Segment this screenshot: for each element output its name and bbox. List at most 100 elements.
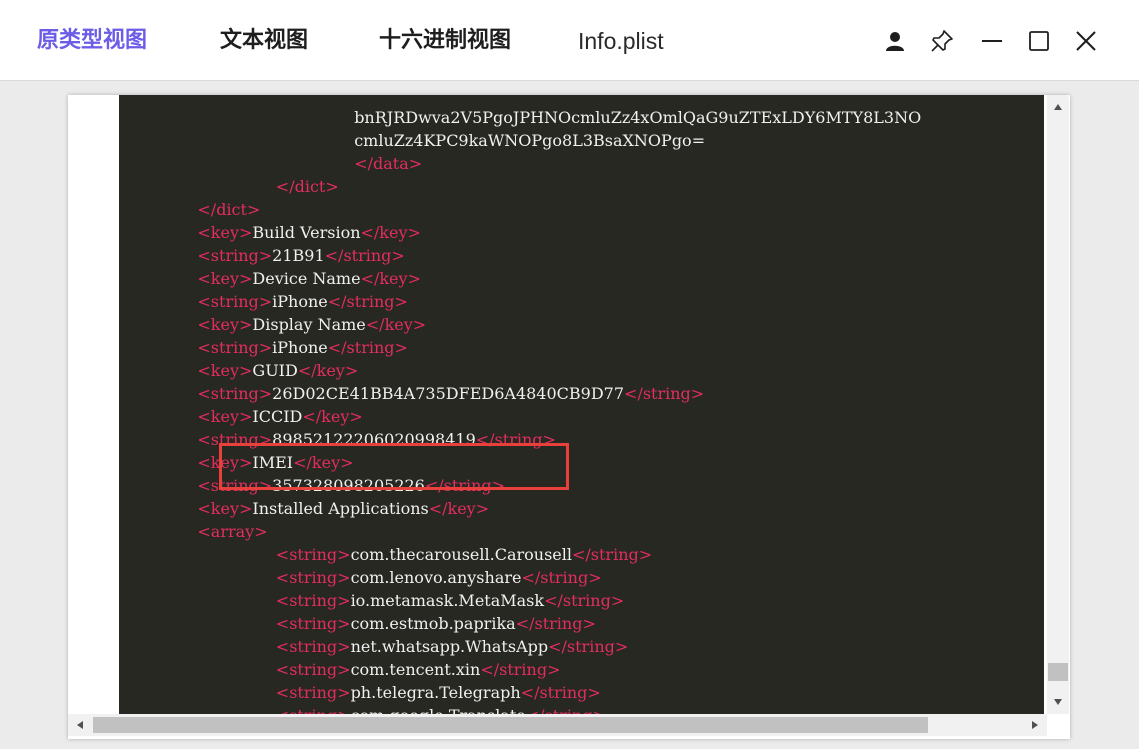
code-line: </dict>	[119, 198, 921, 221]
tab-hex-view[interactable]: 十六进制视图	[379, 26, 511, 56]
code-line: <string>io.metamask.MetaMask</string>	[119, 589, 921, 612]
minimize-icon[interactable]	[979, 28, 1005, 54]
xml-tag: <string>	[197, 384, 273, 403]
xml-value: bnRJRDwva2V5PgoJPHNOcmluZz4xOmlQaG9uZTEx…	[354, 108, 922, 127]
xml-value: ICCID	[252, 407, 303, 426]
xml-value: com.tencent.xin	[350, 660, 481, 679]
xml-tag: </string>	[324, 246, 405, 265]
code-line: <key>Build Version</key>	[119, 221, 921, 244]
xml-value: ph.telegra.Telegraph	[350, 683, 521, 702]
xml-tag: <string>	[197, 246, 273, 265]
xml-tag: <string>	[275, 614, 351, 633]
scroll-up-arrow-icon[interactable]	[1047, 97, 1069, 117]
xml-tag: </key>	[360, 223, 421, 242]
xml-tag: </key>	[297, 361, 359, 380]
xml-tag: <key>	[197, 361, 253, 380]
horizontal-scroll-thumb[interactable]	[93, 717, 928, 733]
xml-tag: </string>	[548, 637, 629, 656]
xml-tag: </string>	[571, 545, 653, 564]
xml-tag: </string>	[327, 338, 408, 357]
xml-tag: </key>	[365, 315, 427, 334]
code-line: <string>ph.telegra.Telegraph</string>	[119, 681, 921, 704]
xml-tag: <key>	[197, 407, 253, 426]
xml-tag: </key>	[428, 499, 490, 518]
xml-value: Installed Applications	[252, 499, 429, 518]
tab-text-view[interactable]: 文本视图	[220, 26, 308, 56]
code-line: <string>com.lenovo.anyshare</string>	[119, 566, 921, 589]
xml-tag: </string>	[520, 683, 601, 702]
xml-value: com.thecarousell.Carousell	[350, 545, 572, 564]
title-bar: 原类型视图 文本视图 十六进制视图 Info.plist	[0, 0, 1139, 81]
xml-value: iPhone	[272, 292, 328, 311]
xml-value: com.lenovo.anyshare	[350, 568, 522, 587]
xml-tag: <array>	[197, 522, 268, 541]
code-line: <string>com.google.Translate</string>	[119, 704, 921, 714]
code-line: <key>ICCID</key>	[119, 405, 921, 428]
xml-tag: </string>	[526, 706, 606, 714]
vertical-scrollbar[interactable]	[1047, 95, 1069, 714]
scroll-right-arrow-icon[interactable]	[1025, 714, 1045, 736]
xml-tag: </dict>	[197, 200, 261, 219]
user-icon[interactable]	[882, 28, 908, 54]
code-line: <string>21B91</string>	[119, 244, 921, 267]
xml-value: cmluZz4KPC9kaWNOPgo8L3BsaXNOPgo=	[354, 131, 706, 150]
xml-tag: </dict>	[275, 177, 339, 196]
xml-tag: <key>	[197, 223, 253, 242]
code-line: bnRJRDwva2V5PgoJPHNOcmluZz4xOmlQaG9uZTEx…	[119, 106, 921, 129]
maximize-icon[interactable]	[1026, 28, 1052, 54]
vertical-scroll-thumb[interactable]	[1048, 663, 1068, 681]
xml-tag: </string>	[480, 660, 561, 679]
scroll-down-arrow-icon[interactable]	[1047, 692, 1069, 712]
xml-value: com.estmob.paprika	[350, 614, 516, 633]
xml-tag: <key>	[197, 269, 253, 288]
scroll-left-arrow-icon[interactable]	[70, 714, 90, 736]
pin-icon[interactable]	[929, 28, 955, 54]
xml-tag: <string>	[275, 683, 351, 702]
xml-tag: <string>	[275, 660, 351, 679]
xml-value: Build Version	[252, 223, 361, 242]
xml-value: 26D02CE41BB4A735DFED6A4840CB9D77	[272, 384, 625, 403]
xml-tag: </string>	[515, 614, 596, 633]
xml-value: Display Name	[252, 315, 366, 334]
xml-value: net.whatsapp.WhatsApp	[350, 637, 549, 656]
xml-tag: </data>	[354, 154, 423, 173]
xml-tag: <key>	[197, 499, 253, 518]
xml-tag: <string>	[276, 706, 351, 714]
code-line: <key>Device Name</key>	[119, 267, 921, 290]
xml-value: Device Name	[252, 269, 361, 288]
code-line: <string>com.estmob.paprika</string>	[119, 612, 921, 635]
code-line: <string>com.thecarousell.Carousell</stri…	[119, 543, 921, 566]
xml-value: iPhone	[272, 338, 328, 357]
code-line: <key>Display Name</key>	[119, 313, 921, 336]
xml-value: 21B91	[272, 246, 325, 265]
code-line: <key>Installed Applications</key>	[119, 497, 921, 520]
xml-value: com.google.Translate	[351, 706, 526, 714]
xml-tag: </string>	[521, 568, 602, 587]
code-line: </dict>	[119, 175, 921, 198]
code-line: <key>GUID</key>	[119, 359, 921, 382]
xml-tag: </key>	[360, 269, 421, 288]
code-line: cmluZz4KPC9kaWNOPgo8L3BsaXNOPgo=	[119, 129, 921, 152]
tab-info-plist[interactable]: Info.plist	[578, 26, 664, 56]
plist-code-view[interactable]: bnRJRDwva2V5PgoJPHNOcmluZz4xOmlQaG9uZTEx…	[119, 95, 1044, 714]
close-icon[interactable]	[1073, 28, 1099, 54]
code-line: <string>iPhone</string>	[119, 290, 921, 313]
xml-tag: <string>	[275, 568, 351, 587]
imei-highlight-box	[219, 443, 569, 490]
code-line: <string>26D02CE41BB4A735DFED6A4840CB9D77…	[119, 382, 921, 405]
xml-tag: </string>	[327, 292, 408, 311]
code-line: <string>com.tencent.xin</string>	[119, 658, 921, 681]
xml-tag: <key>	[197, 315, 253, 334]
code-lines: bnRJRDwva2V5PgoJPHNOcmluZz4xOmlQaG9uZTEx…	[119, 95, 921, 714]
xml-tag: <string>	[197, 338, 273, 357]
xml-tag: <string>	[275, 545, 351, 564]
xml-tag: <string>	[275, 637, 351, 656]
code-line: </data>	[119, 152, 921, 175]
tab-raw-type-view[interactable]: 原类型视图	[37, 26, 147, 56]
xml-tag: </string>	[624, 384, 705, 403]
xml-tag: </string>	[544, 591, 625, 610]
horizontal-scrollbar[interactable]	[68, 714, 1047, 736]
xml-value: GUID	[252, 361, 298, 380]
xml-value: io.metamask.MetaMask	[350, 591, 545, 610]
